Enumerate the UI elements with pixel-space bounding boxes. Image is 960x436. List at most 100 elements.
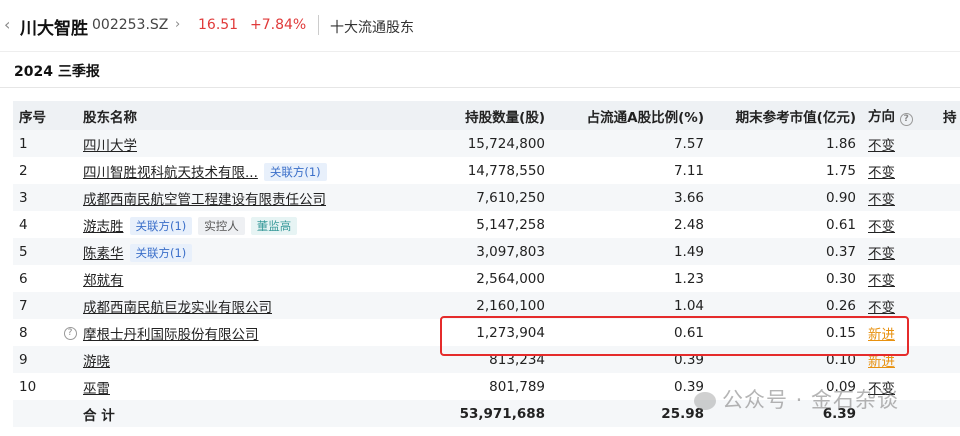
header-divider-line xyxy=(0,51,960,52)
shares-cell: 5,147,258 xyxy=(368,211,551,238)
row-index: 8 xyxy=(13,319,57,346)
table-row: 1 四川大学 15,724,800 7.57 1.86 不变 xyxy=(13,130,960,157)
row-help xyxy=(57,238,83,265)
shares-cell: 14,778,550 xyxy=(368,157,551,184)
col-header-index: 序号 xyxy=(13,101,57,130)
ratio-cell: 0.39 xyxy=(551,373,708,400)
direction-cell: 不变 xyxy=(862,211,943,238)
shareholder-name-link[interactable]: 郑就有 xyxy=(83,273,124,289)
more-cell xyxy=(943,130,960,157)
row-index: 3 xyxy=(13,184,57,211)
row-index: 9 xyxy=(13,346,57,373)
col-header-shares: 持股数量(股) xyxy=(368,101,551,130)
more-cell xyxy=(943,265,960,292)
stock-price: 16.51 xyxy=(198,17,239,33)
value-cell: 1.75 xyxy=(708,157,862,184)
more-cell xyxy=(943,373,960,400)
direction-link[interactable]: 不变 xyxy=(868,165,895,181)
direction-link[interactable]: 不变 xyxy=(868,246,895,262)
stock-detail-chevron-icon[interactable]: › xyxy=(175,17,180,32)
shareholder-name-cell: 巫雷 xyxy=(83,373,368,400)
help-icon[interactable]: ? xyxy=(899,113,913,126)
table-row: 2 四川智胜视科航天技术有限... 关联方(1) 14,778,550 7.11 1.75… xyxy=(13,157,960,184)
total-more xyxy=(943,400,960,427)
more-cell xyxy=(943,319,960,346)
shares-cell: 801,789 xyxy=(368,373,551,400)
shareholder-name-cell: 摩根士丹利国际股份有限公司 xyxy=(83,319,368,346)
ratio-cell: 3.66 xyxy=(551,184,708,211)
row-index: 6 xyxy=(13,265,57,292)
value-cell: 1.86 xyxy=(708,130,862,157)
price-change: +7.84% xyxy=(250,17,307,33)
watermark: 公众号 · 金石杂谈 xyxy=(694,384,899,414)
shareholder-tag[interactable]: 董监高 xyxy=(250,216,298,235)
more-cell xyxy=(943,184,960,211)
direction-cell: 不变 xyxy=(862,157,943,184)
help-icon[interactable]: ? xyxy=(63,327,77,340)
col-header-value: 期末参考市值(亿元) xyxy=(708,101,862,130)
shareholder-tag[interactable]: 实控人 xyxy=(198,216,245,235)
ratio-cell: 1.23 xyxy=(551,265,708,292)
value-cell: 0.30 xyxy=(708,265,862,292)
shareholder-name-link[interactable]: 陈素华 xyxy=(83,246,124,262)
shareholder-name-link[interactable]: 成都西南民航巨龙实业有限公司 xyxy=(83,300,272,316)
ratio-cell: 7.11 xyxy=(551,157,708,184)
more-cell xyxy=(943,346,960,373)
direction-link[interactable]: 不变 xyxy=(868,273,895,289)
shareholder-name-cell: 郑就有 xyxy=(83,265,368,292)
row-index: 7 xyxy=(13,292,57,319)
direction-cell: 不变 xyxy=(862,265,943,292)
direction-cell: 不变 xyxy=(862,184,943,211)
value-cell: 0.90 xyxy=(708,184,862,211)
direction-link[interactable]: 不变 xyxy=(868,219,895,235)
shareholder-tag[interactable]: 关联方(1) xyxy=(263,162,327,181)
total-ratio: 25.98 xyxy=(551,400,708,427)
shareholder-name-link[interactable]: 游志胜 xyxy=(83,219,124,235)
highlight-box xyxy=(440,316,909,356)
value-cell: 0.61 xyxy=(708,211,862,238)
back-chevron-icon[interactable]: ‹ xyxy=(4,15,10,34)
shares-cell: 3,097,803 xyxy=(368,238,551,265)
shareholder-name-cell: 四川大学 xyxy=(83,130,368,157)
shares-cell: 7,610,250 xyxy=(368,184,551,211)
col-header-spacer xyxy=(57,101,83,130)
shareholder-tag[interactable]: 关联方(1) xyxy=(129,243,193,262)
direction-link[interactable]: 不变 xyxy=(868,192,895,208)
row-help xyxy=(57,292,83,319)
table-row: 5 陈素华 关联方(1) 3,097,803 1.49 0.37 不变 xyxy=(13,238,960,265)
shareholder-name-link[interactable]: 四川智胜视科航天技术有限... xyxy=(83,165,258,181)
col-header-ratio: 占流通A股比例(%) xyxy=(551,101,708,130)
table-row: 4 游志胜 关联方(1) 实控人 董监高 5,147,258 2.48 0.61 不变 xyxy=(13,211,960,238)
row-index: 1 xyxy=(13,130,57,157)
more-cell xyxy=(943,238,960,265)
stock-code: 002253.SZ xyxy=(92,17,169,33)
value-cell: 0.26 xyxy=(708,292,862,319)
shareholder-name-link[interactable]: 四川大学 xyxy=(83,138,137,154)
direction-link[interactable]: 不变 xyxy=(868,300,895,316)
more-cell xyxy=(943,211,960,238)
table-row: 7 成都西南民航巨龙实业有限公司 2,160,100 1.04 0.26 不变 xyxy=(13,292,960,319)
shareholder-name-link[interactable]: 游晓 xyxy=(83,354,110,370)
shareholder-name-link[interactable]: 巫雷 xyxy=(83,381,110,397)
shareholder-tag[interactable]: 关联方(1) xyxy=(129,216,193,235)
header-divider xyxy=(318,15,319,35)
total-shares: 53,971,688 xyxy=(368,400,551,427)
table-header-row: 序号 股东名称 持股数量(股) 占流通A股比例(%) 期末参考市值(亿元) 方向… xyxy=(13,101,960,130)
direction-link[interactable]: 不变 xyxy=(868,138,895,154)
direction-cell: 不变 xyxy=(862,238,943,265)
shareholder-name-cell: 游志胜 关联方(1) 实控人 董监高 xyxy=(83,211,368,238)
shareholder-name-link[interactable]: 摩根士丹利国际股份有限公司 xyxy=(83,327,259,343)
row-help xyxy=(57,184,83,211)
shareholder-name-link[interactable]: 成都西南民航空管工程建设有限责任公司 xyxy=(83,192,326,208)
row-help xyxy=(57,211,83,238)
row-help xyxy=(57,265,83,292)
value-cell: 0.37 xyxy=(708,238,862,265)
shareholder-name-cell: 游晓 xyxy=(83,346,368,373)
row-help xyxy=(57,130,83,157)
row-help xyxy=(57,157,83,184)
top-bar: ‹ 川大智胜 002253.SZ › 16.51 +7.84% 十大流通股东 xyxy=(0,0,960,52)
row-help: ? xyxy=(57,319,83,346)
more-cell xyxy=(943,157,960,184)
row-index: 5 xyxy=(13,238,57,265)
shares-cell: 15,724,800 xyxy=(368,130,551,157)
